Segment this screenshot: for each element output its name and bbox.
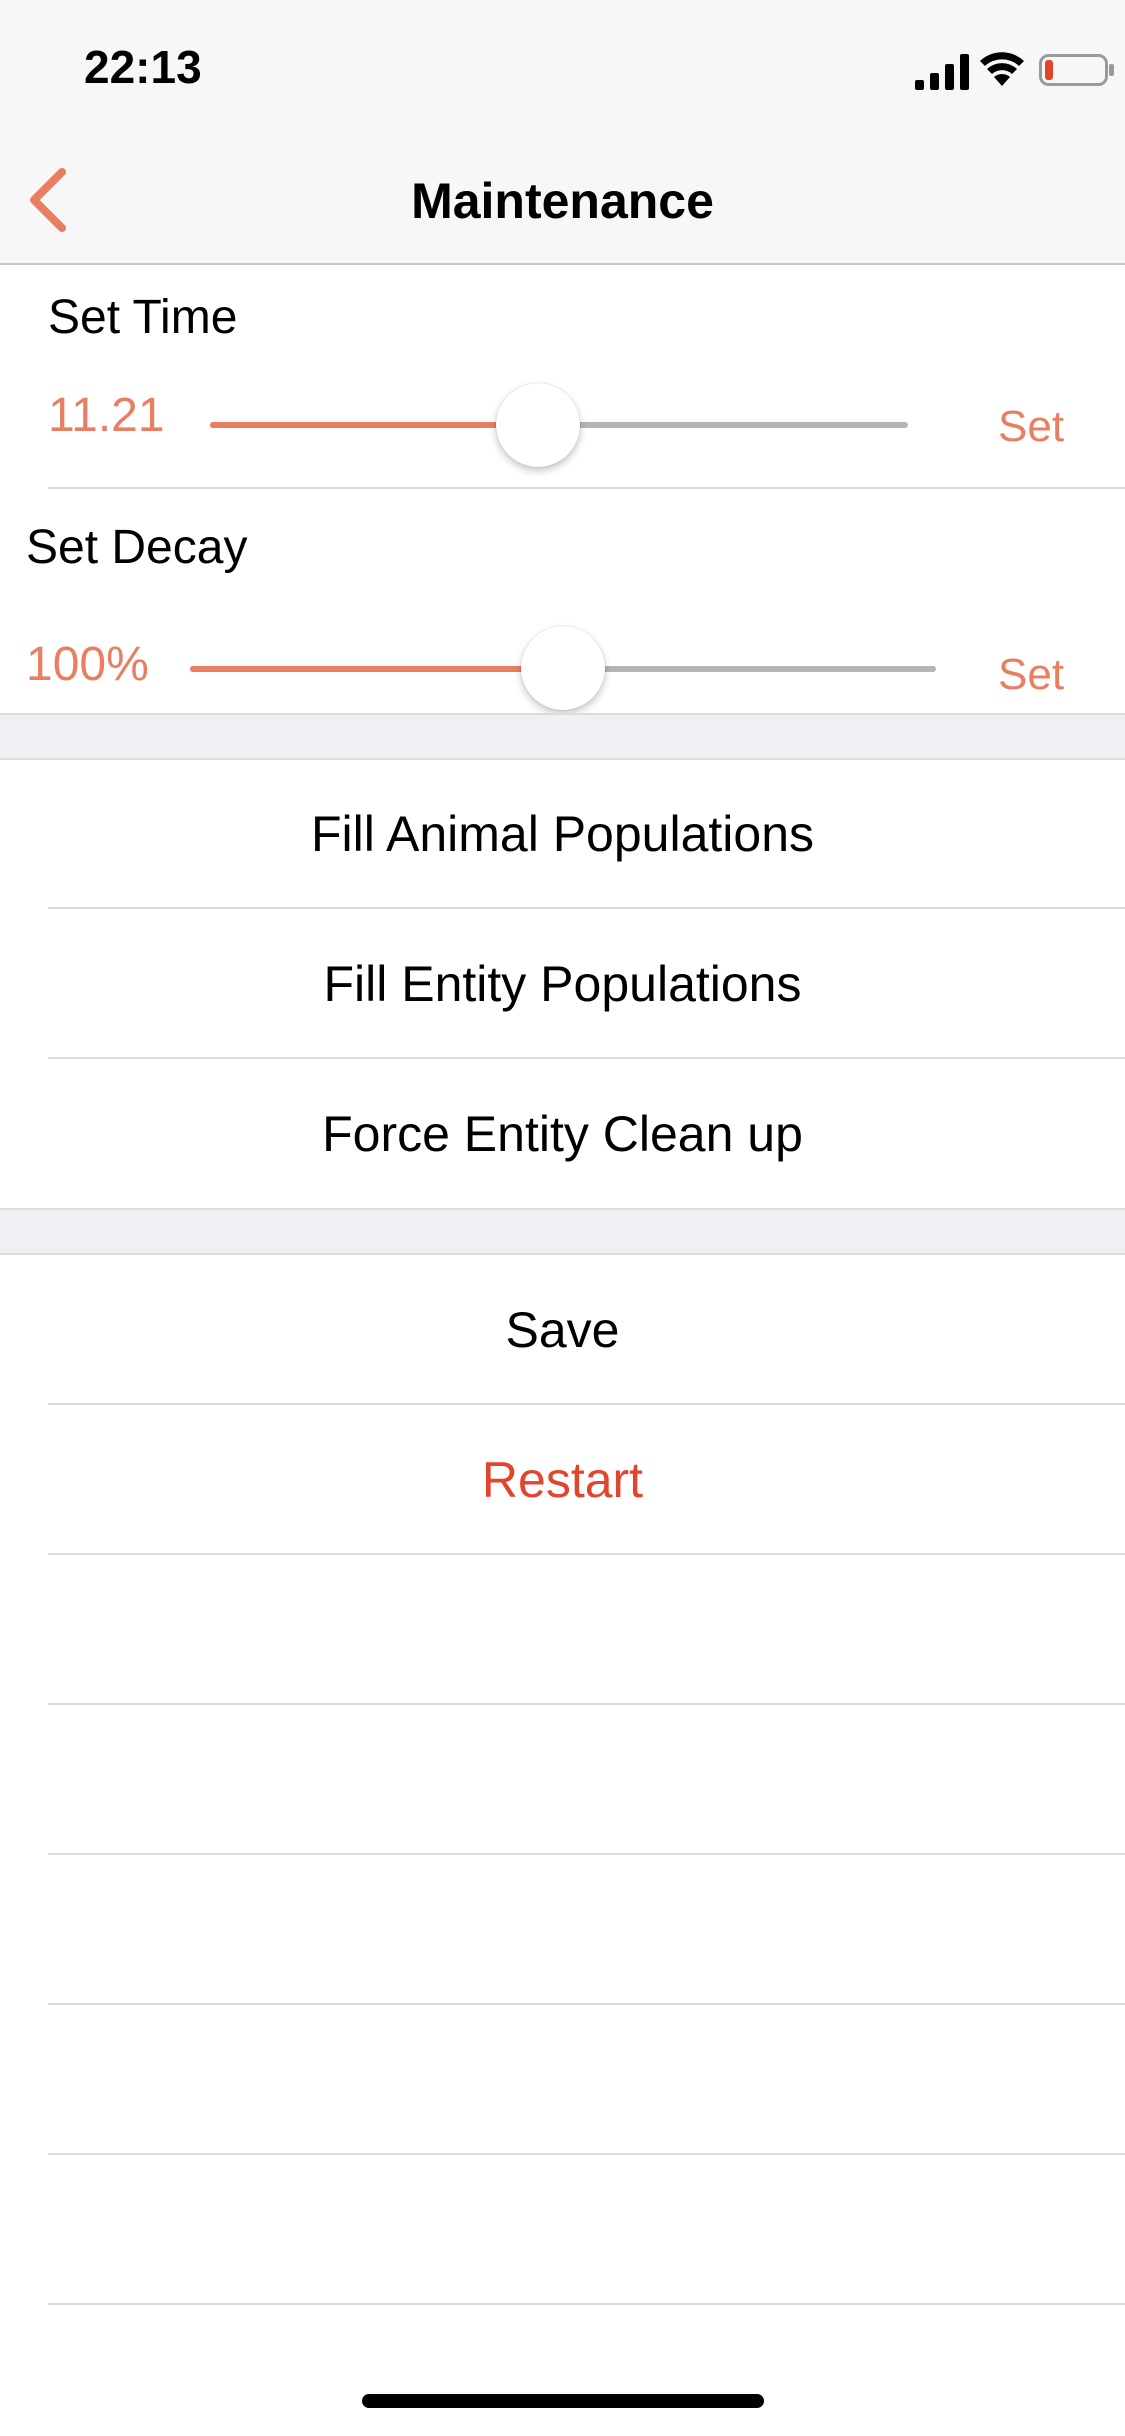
wifi-icon [980,52,1024,86]
time-slider-thumb[interactable] [496,383,581,467]
decay-slider-thumb[interactable] [521,626,605,710]
maintenance-screen: 22:13 Maintenance Set Time 11.21 Set Set… [0,0,1125,2436]
section-gap [0,1208,1125,1254]
set-decay-label: Set Decay [26,521,248,574]
empty-row-divider [48,1703,1125,1705]
empty-row-divider [48,2153,1125,2155]
time-slider-fill [210,422,539,428]
divider [48,487,1125,489]
empty-row-divider [48,2303,1125,2305]
empty-row-divider [48,1853,1125,1855]
decay-slider-fill [190,666,563,672]
page-title: Maintenance [411,173,714,229]
set-time-label: Set Time [48,291,238,344]
home-indicator [362,2394,764,2408]
fill-animal-populations-button[interactable]: Fill Animal Populations [0,759,1125,909]
set-decay-button[interactable]: Set [998,650,1064,700]
section-gap [0,713,1125,758]
divider [48,1553,1125,1555]
battery-low-icon [1039,54,1114,86]
navigation-bar: 22:13 Maintenance [0,0,1125,265]
status-time: 22:13 [84,41,202,93]
set-time-button[interactable]: Set [998,402,1064,452]
time-value: 11.21 [48,389,165,442]
signal-icon [915,54,969,90]
fill-entity-populations-button[interactable]: Fill Entity Populations [0,909,1125,1059]
empty-row-divider [48,2003,1125,2005]
decay-value: 100% [26,638,149,691]
force-entity-cleanup-button[interactable]: Force Entity Clean up [0,1059,1125,1209]
restart-button[interactable]: Restart [0,1405,1125,1555]
divider [0,713,1125,715]
save-button[interactable]: Save [0,1255,1125,1405]
divider [0,1208,1125,1210]
